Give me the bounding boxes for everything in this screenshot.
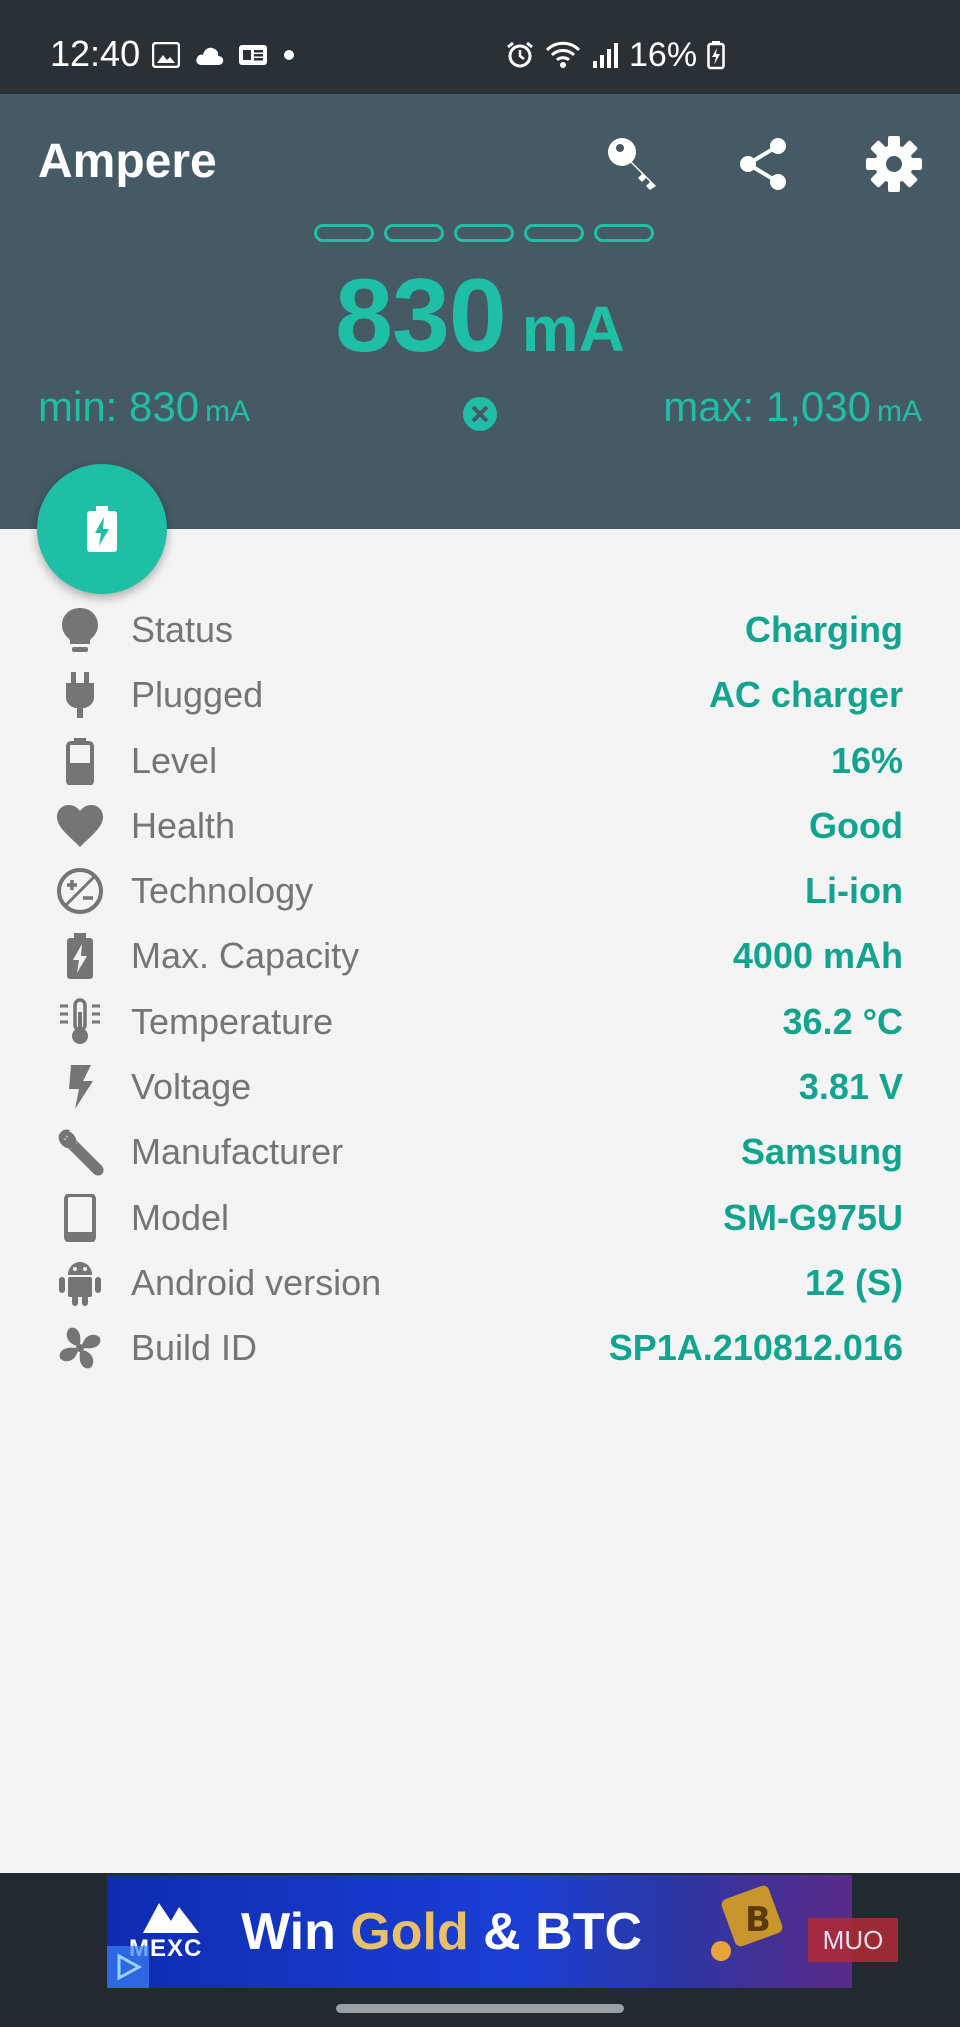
key-button[interactable] [602, 132, 666, 196]
mexc-logo-icon [143, 1903, 199, 1933]
info-label: Android version [131, 1261, 382, 1303]
min-value: min: 830 [38, 383, 200, 430]
info-label: Build ID [131, 1327, 258, 1369]
info-label: Voltage [131, 1066, 252, 1108]
list-item: Plugged AC charger [0, 661, 960, 726]
info-value: AC charger [708, 674, 903, 716]
battery-info-list: Status Charging Plugged AC charger Level… [0, 596, 960, 1380]
cloud-icon [196, 47, 224, 65]
wifi-icon [545, 41, 581, 68]
technology-icon [57, 868, 103, 915]
indicator-segment [384, 224, 444, 242]
settings-icon [866, 136, 922, 192]
info-value: Charging [745, 609, 903, 650]
bulb-icon [62, 608, 98, 652]
current-reading: 830 mA [0, 254, 960, 378]
wrench-icon [58, 1129, 104, 1176]
info-value: Li-ion [805, 870, 903, 912]
settings-button[interactable] [862, 132, 926, 196]
battery-fab-button[interactable] [37, 464, 167, 594]
image-icon [152, 42, 180, 68]
battery-status-icon [707, 41, 725, 70]
list-item: Manufacturer Samsung [0, 1118, 960, 1183]
key-icon [608, 138, 656, 190]
share-icon [740, 138, 786, 190]
news-icon [239, 45, 267, 65]
battery-icon [66, 737, 94, 785]
indicator-segment [594, 224, 654, 242]
reset-icon[interactable] [462, 396, 498, 432]
indicator-segment [314, 224, 374, 242]
ad-headline: Win Gold & BTC [241, 1903, 643, 1961]
max-value: max: 1,030 [663, 383, 871, 430]
info-label: Technology [131, 870, 314, 912]
indicator-segment [524, 224, 584, 242]
info-label: Health [131, 804, 236, 846]
dot-icon [284, 50, 294, 60]
list-item: Build ID SP1A.210812.016 [0, 1314, 960, 1379]
current-unit: mA [521, 293, 625, 365]
alarm-icon [507, 41, 533, 68]
info-value: 16% [830, 739, 903, 781]
svg-text:B: B [745, 1900, 771, 1940]
info-label: Temperature [131, 1000, 334, 1042]
home-gesture-bar[interactable] [336, 2004, 624, 2013]
battery-charging-icon [87, 506, 117, 552]
share-button[interactable] [732, 132, 796, 196]
list-item: Level 16% [0, 727, 960, 792]
list-item: Health Good [0, 792, 960, 857]
android-icon [59, 1261, 101, 1306]
battery-charging-icon [67, 933, 93, 980]
list-item: Temperature 36.2 °C [0, 988, 960, 1053]
info-value: SP1A.210812.016 [608, 1327, 903, 1369]
status-time: 12:40 [50, 33, 141, 74]
info-value: 4000 mAh [732, 935, 903, 977]
list-item: Android version 12 (S) [0, 1249, 960, 1314]
ad-banner[interactable]: MEXC Win Gold & BTC B [107, 1875, 852, 1988]
plug-icon [66, 672, 94, 719]
app-title: Ampere [38, 135, 217, 188]
thermometer-icon [60, 998, 100, 1044]
heart-icon [57, 804, 103, 847]
indicator-segment [454, 224, 514, 242]
info-label: Level [131, 739, 218, 781]
list-item: Voltage 3.81 V [0, 1053, 960, 1118]
info-value: Good [809, 804, 903, 846]
info-label: Model [131, 1196, 230, 1238]
info-value: SM-G975U [722, 1196, 903, 1238]
current-value: 830 [335, 258, 507, 374]
min-unit: mA [205, 395, 251, 428]
charge-indicator [314, 224, 654, 242]
bolt-icon [69, 1065, 93, 1110]
info-label: Max. Capacity [131, 935, 360, 977]
info-value: 3.81 V [798, 1066, 903, 1108]
watermark-logo: MUO [808, 1918, 898, 1962]
bitcoin-icon: B [711, 1885, 783, 1961]
info-value: 36.2 °C [782, 1000, 903, 1042]
list-item: Status Charging [0, 596, 960, 661]
min-reading: min: 830 mA [38, 382, 250, 437]
status-bar: 12:40 16% [0, 0, 960, 94]
list-item: Technology Li-ion [0, 857, 960, 922]
info-label: Plugged [131, 674, 264, 716]
info-label: Status [131, 609, 234, 650]
app-header: Ampere 830 mA min: 830 mA max: 1,030 mA [0, 94, 960, 529]
info-value: Samsung [740, 1131, 903, 1173]
phone-icon [64, 1193, 96, 1242]
info-label: Manufacturer [131, 1131, 344, 1173]
signal-icon [593, 43, 618, 68]
list-item: Max. Capacity 4000 mAh [0, 922, 960, 987]
info-value: 12 (S) [804, 1261, 903, 1303]
battery-percent: 16% [629, 36, 698, 74]
fan-icon [59, 1327, 101, 1369]
ad-choices-icon[interactable] [107, 1946, 149, 1988]
list-item: Model SM-G975U [0, 1184, 960, 1249]
max-reading: max: 1,030 mA [663, 382, 922, 437]
max-unit: mA [877, 395, 922, 428]
